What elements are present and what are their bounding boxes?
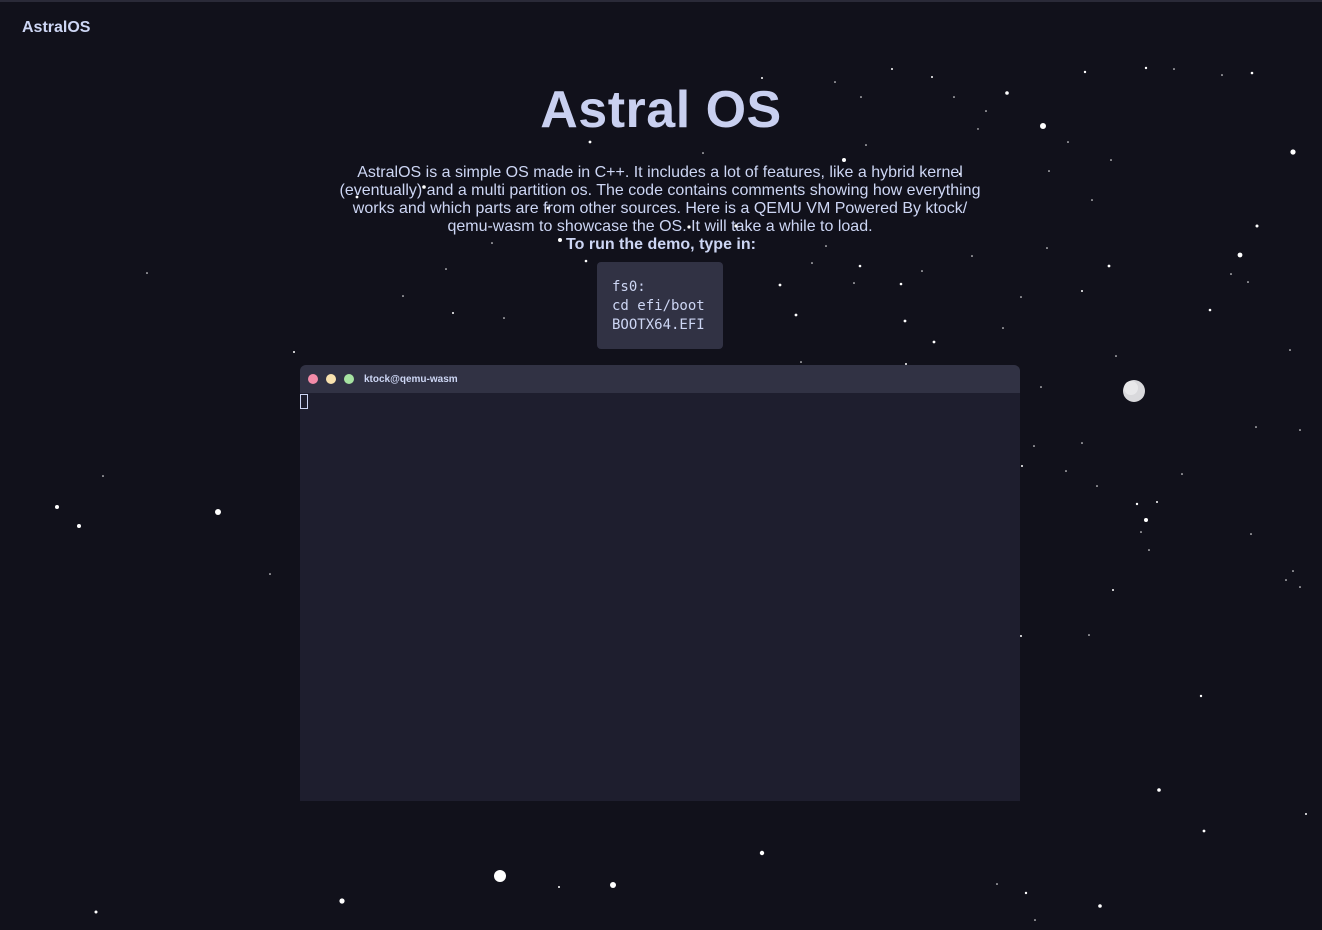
code-line: cd efi/boot <box>612 298 705 314</box>
page-description: AstralOS is a simple OS made in C++. It … <box>339 164 981 235</box>
code-line: BOOTX64.EFI <box>612 317 705 333</box>
code-line: fs0: <box>612 279 646 295</box>
close-window-icon[interactable] <box>308 374 318 384</box>
demo-commands-code-block: fs0: cd efi/boot BOOTX64.EFI <box>597 262 723 349</box>
page-title: Astral OS <box>540 81 782 139</box>
terminal-title-bar: ktock@qemu-wasm <box>300 365 1020 393</box>
terminal-cursor <box>300 394 308 409</box>
brand-logo[interactable]: AstralOS <box>22 19 90 37</box>
maximize-window-icon[interactable] <box>344 374 354 384</box>
terminal-title: ktock@qemu-wasm <box>364 373 458 385</box>
qemu-terminal-window[interactable]: ktock@qemu-wasm <box>300 365 1020 801</box>
minimize-window-icon[interactable] <box>326 374 336 384</box>
demo-instructions-label: To run the demo, type in: <box>566 236 756 253</box>
